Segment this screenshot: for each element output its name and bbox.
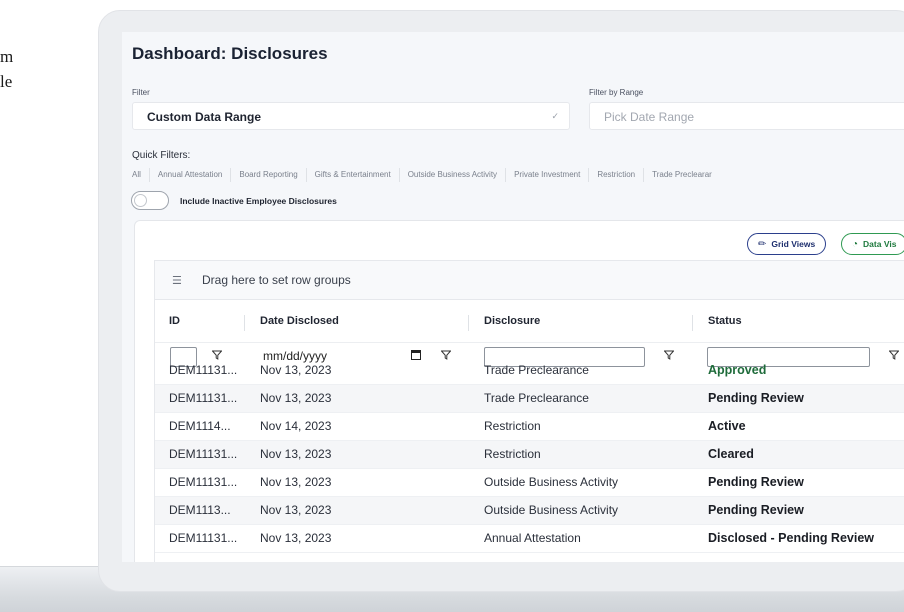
- grid-header: ID Date Disclosed Disclosure Status: [155, 301, 904, 343]
- quick-filter-all[interactable]: All: [132, 168, 149, 182]
- cell-id: DEM11131...: [169, 363, 238, 377]
- quick-filter-restriction[interactable]: Restriction: [588, 168, 643, 182]
- laptop-screen: Dashboard: Disclosures Filter Custom Dat…: [122, 32, 904, 562]
- inactive-toggle[interactable]: [131, 191, 169, 210]
- cell-status: Pending Review: [708, 503, 804, 517]
- cell-disclosure: Outside Business Activity: [484, 475, 619, 489]
- quick-filters-label: Quick Filters:: [132, 150, 191, 161]
- cell-id: DEM11131...: [169, 475, 238, 489]
- quick-filter-bar: All Annual Attestation Board Reporting G…: [132, 168, 720, 182]
- page-title: Dashboard: Disclosures: [132, 44, 328, 63]
- cell-status: Active: [708, 419, 746, 433]
- filter-select[interactable]: Custom Data Range ✓: [132, 102, 570, 130]
- cell-id: DEM1114...: [169, 419, 231, 433]
- table-row[interactable]: DEM11131... Nov 13, 2023 Outside Busines…: [155, 469, 904, 497]
- quick-filter-annual-attestation[interactable]: Annual Attestation: [148, 168, 231, 182]
- cell-id: DEM11131...: [169, 391, 238, 405]
- cell-status: Pending Review: [708, 391, 804, 405]
- side-text-line-1: m: [0, 47, 14, 66]
- side-text-line-2: le: [0, 72, 13, 91]
- data-vis-button[interactable]: ◔ Data Vis: [841, 233, 904, 255]
- cell-id: DEM11131...: [169, 447, 238, 461]
- table-row[interactable]: DEM1114... Nov 14, 2023 Restriction Acti…: [155, 413, 904, 441]
- cell-disclosure: Trade Preclearance: [484, 363, 589, 377]
- table-row[interactable]: DEM11131... Nov 13, 2023 Annual Attestat…: [155, 525, 904, 553]
- pie-chart-icon: ◔: [852, 238, 859, 250]
- date-range-placeholder: Pick Date Range: [604, 110, 695, 124]
- cell-id: DEM1113...: [169, 503, 231, 517]
- grid-views-button[interactable]: ✏ Grid Views: [747, 233, 827, 255]
- cell-date: Nov 13, 2023: [260, 531, 332, 545]
- column-header-date-disclosed[interactable]: Date Disclosed: [260, 315, 339, 327]
- column-separator[interactable]: [692, 315, 693, 331]
- toggle-knob: [134, 194, 147, 207]
- cell-date: Nov 13, 2023: [260, 363, 332, 377]
- row-group-hint: Drag here to set row groups: [202, 273, 351, 287]
- cell-date: Nov 13, 2023: [260, 475, 332, 489]
- cell-disclosure: Restriction: [484, 447, 541, 461]
- date-range-input[interactable]: Pick Date Range: [589, 102, 904, 130]
- column-header-status[interactable]: Status: [708, 315, 742, 327]
- cell-disclosure: Outside Business Activity: [484, 503, 619, 517]
- table-row[interactable]: DEM11131... Nov 13, 2023 Trade Precleara…: [155, 357, 904, 385]
- cell-disclosure: Restriction: [484, 419, 541, 433]
- cell-date: Nov 13, 2023: [260, 447, 332, 461]
- quick-filter-outside-business-activity[interactable]: Outside Business Activity: [398, 168, 505, 182]
- cell-disclosure: Trade Preclearance: [484, 391, 589, 405]
- cell-date: Nov 13, 2023: [260, 503, 332, 517]
- row-group-drop-zone[interactable]: ☰ Drag here to set row groups: [155, 261, 904, 300]
- chevron-down-icon: ✓: [551, 111, 559, 121]
- quick-filter-trade-preclearance[interactable]: Trade Preclearar: [643, 168, 720, 182]
- cell-disclosure: Annual Attestation: [484, 531, 581, 545]
- data-grid: ☰ Drag here to set row groups ID Date Di…: [154, 260, 904, 562]
- column-separator[interactable]: [244, 315, 245, 331]
- column-header-disclosure[interactable]: Disclosure: [484, 315, 540, 327]
- filter-select-value: Custom Data Range: [147, 110, 262, 124]
- cell-date: Nov 14, 2023: [260, 419, 332, 433]
- grid-views-label: Grid Views: [771, 239, 816, 249]
- table-row[interactable]: DEM11131... Nov 13, 2023 Trade Precleara…: [155, 385, 904, 413]
- column-separator[interactable]: [468, 315, 469, 331]
- quick-filter-private-investment[interactable]: Private Investment: [505, 168, 588, 182]
- cell-status: Disclosed - Pending Review: [708, 531, 875, 545]
- inactive-toggle-label: Include Inactive Employee Disclosures: [180, 196, 337, 206]
- cell-status: Cleared: [708, 447, 754, 461]
- cell-status: Pending Review: [708, 475, 804, 489]
- side-text: m le: [0, 44, 13, 94]
- pencil-icon: ✏: [758, 238, 767, 250]
- quick-filter-board-reporting[interactable]: Board Reporting: [230, 168, 305, 182]
- filter-label: Filter: [132, 88, 150, 97]
- cell-date: Nov 13, 2023: [260, 391, 332, 405]
- column-header-id[interactable]: ID: [169, 315, 180, 327]
- filter-range-label: Filter by Range: [589, 88, 644, 97]
- table-row[interactable]: DEM11131... Nov 13, 2023 Restriction Cle…: [155, 441, 904, 469]
- cell-id: DEM11131...: [169, 531, 238, 545]
- row-group-icon: ☰: [172, 275, 182, 287]
- cell-status: Approved: [708, 363, 767, 377]
- table-row[interactable]: DEM1113... Nov 13, 2023 Outside Business…: [155, 497, 904, 525]
- quick-filter-gifts-entertainment[interactable]: Gifts & Entertainment: [305, 168, 399, 182]
- grid-panel: ✏ Grid Views ◔ Data Vis ☰ Drag here to s…: [134, 220, 904, 562]
- data-vis-label: Data Vis: [863, 239, 897, 249]
